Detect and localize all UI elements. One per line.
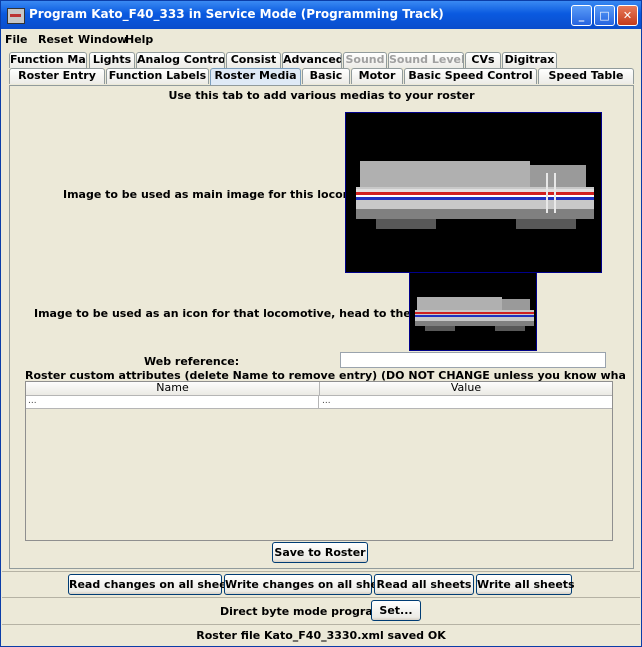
maximize-icon[interactable]: □ (594, 5, 615, 26)
icon-locomotive-picture (415, 297, 534, 331)
tab-speed-table[interactable]: Speed Table (538, 68, 634, 84)
tab-consist[interactable]: Consist (226, 52, 281, 68)
tab-lights[interactable]: Lights (89, 52, 135, 68)
main-locomotive-picture (356, 161, 594, 229)
main-image-label: Image to be used as main image for this … (63, 188, 390, 201)
menu-help[interactable]: Help (125, 33, 153, 46)
menu-window[interactable]: Window (78, 33, 127, 46)
read-all-sheets-button[interactable]: Read all sheets (374, 574, 474, 595)
minimize-icon[interactable]: _ (571, 5, 592, 26)
read-changes-button[interactable]: Read changes on all sheets (68, 574, 239, 595)
divider (2, 624, 640, 625)
tab-function-map[interactable]: Function Map (9, 52, 87, 68)
column-header-name[interactable]: Name (26, 382, 320, 395)
tab-basic-speed-control[interactable]: Basic Speed Control (404, 68, 537, 84)
tab-digitrax[interactable]: Digitrax (502, 52, 557, 68)
program-window: Program Kato_F40_333 in Service Mode (Pr… (0, 0, 642, 647)
tab-analog-controls[interactable]: Analog Controls (136, 52, 225, 68)
menu-reset[interactable]: Reset (38, 33, 73, 46)
set-mode-button[interactable]: Set... (371, 600, 421, 621)
column-header-value[interactable]: Value (320, 382, 612, 395)
icon-image-label: Image to be used as an icon for that loc… (34, 307, 450, 320)
tab-cvs[interactable]: CVs (465, 52, 501, 68)
tab-basic[interactable]: Basic (302, 68, 350, 84)
tab-sound: Sound (343, 52, 387, 68)
title-bar[interactable]: Program Kato_F40_333 in Service Mode (Pr… (1, 1, 641, 29)
tab-roster-entry[interactable]: Roster Entry (9, 68, 105, 84)
web-reference-label: Web reference: (144, 355, 240, 368)
tab-sound-levels: Sound Levels (388, 52, 464, 68)
locomotive-icon (7, 8, 25, 24)
window-title: Program Kato_F40_333 in Service Mode (Pr… (29, 7, 444, 21)
main-image[interactable] (345, 112, 602, 273)
close-icon[interactable]: ✕ (617, 5, 638, 26)
media-heading: Use this tab to add various medias to yo… (168, 89, 475, 102)
tab-advanced[interactable]: Advanced (282, 52, 342, 68)
tab-function-labels[interactable]: Function Labels (106, 68, 209, 84)
table-row[interactable]: ... ... (26, 396, 612, 409)
status-text: Roster file Kato_F40_3330.xml saved OK (196, 629, 446, 642)
save-to-roster-button[interactable]: Save to Roster (272, 542, 368, 563)
attributes-table: Name Value ... ... (25, 381, 613, 541)
menu-bar: File Reset Window Help (2, 31, 640, 49)
tab-roster-media[interactable]: Roster Media (210, 68, 301, 85)
attribute-value-cell[interactable]: ... (320, 396, 612, 408)
menu-file[interactable]: File (5, 33, 28, 46)
web-reference-input[interactable] (340, 352, 606, 368)
icon-image[interactable] (409, 272, 537, 351)
attributes-table-header: Name Value (26, 382, 612, 396)
write-changes-button[interactable]: Write changes on all sheets (224, 574, 397, 595)
write-all-sheets-button[interactable]: Write all sheets (476, 574, 575, 595)
attribute-name-cell[interactable]: ... (26, 396, 319, 408)
tab-motor[interactable]: Motor (351, 68, 403, 84)
divider (2, 571, 640, 572)
divider (2, 597, 640, 598)
